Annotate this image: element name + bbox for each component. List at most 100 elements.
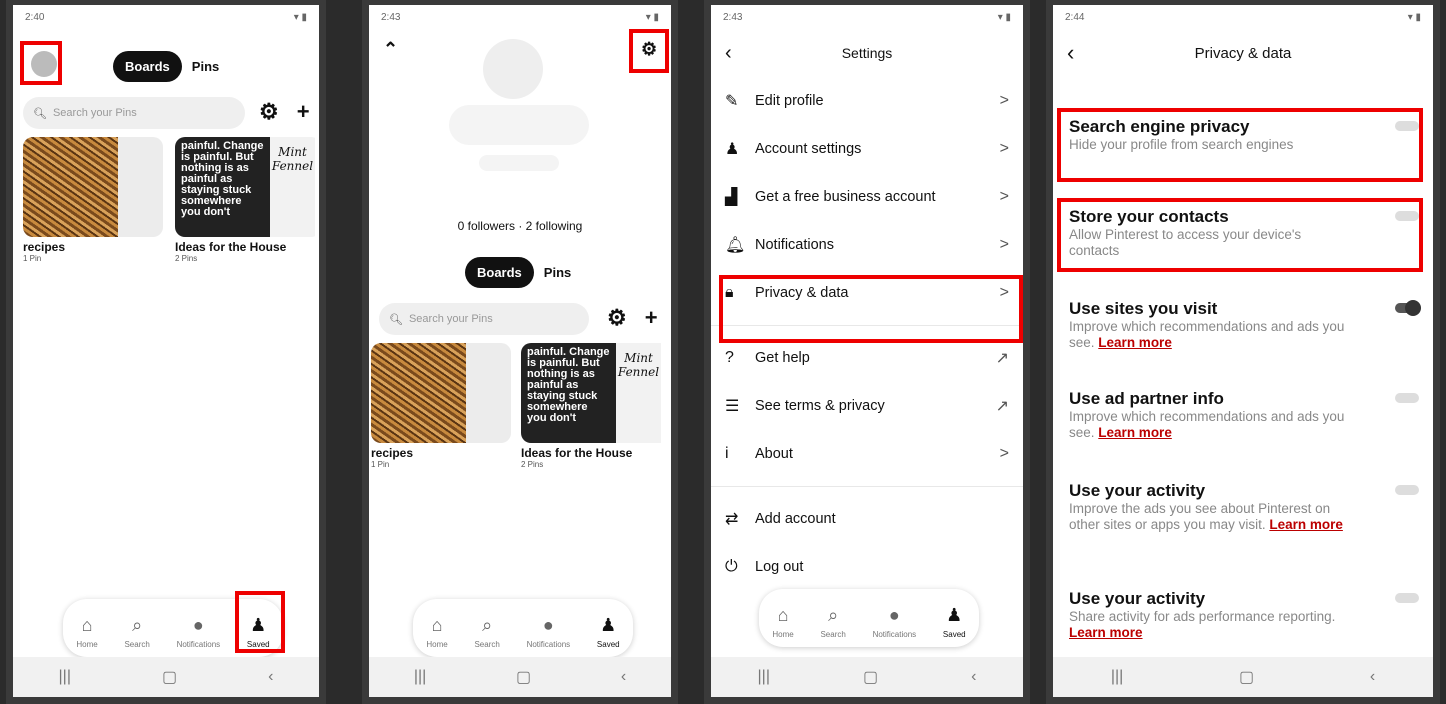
nav-home[interactable]: ⌂ Home [426, 615, 447, 649]
filter-icon[interactable]: ⚙ [259, 99, 279, 125]
toggle-switch[interactable] [1395, 393, 1419, 403]
recents-icon[interactable]: ||| [59, 668, 71, 686]
settings-item-about[interactable]: i About > [711, 430, 1023, 478]
mint-pin: Mint Fennel [616, 343, 661, 443]
toggle-switch[interactable] [1395, 300, 1421, 316]
learn-more-link[interactable]: Learn more [1098, 425, 1172, 440]
system-nav-bar: ||| ▢ ‹ [1053, 657, 1433, 697]
settings-header: ‹ Settings [711, 29, 1023, 77]
board-card-recipes[interactable]: recipes 1 Pin [371, 343, 511, 469]
tab-boards[interactable]: Boards [465, 257, 534, 288]
recents-icon[interactable]: ||| [414, 668, 426, 686]
search-input[interactable]: 🔍︎ Search your Pins [23, 97, 245, 129]
search-icon: ⌕ [132, 615, 143, 635]
tab-pins[interactable]: Pins [534, 265, 581, 280]
status-time: 2:43 [381, 11, 401, 23]
system-nav-bar: ||| ▢ ‹ [711, 657, 1023, 697]
page-title: Settings [841, 45, 893, 61]
page-title: Privacy & data [1194, 44, 1292, 62]
settings-item-terms[interactable]: ☰ See terms & privacy ↗ [711, 382, 1023, 430]
settings-item-add-account[interactable]: ⇄ Add account [711, 495, 1023, 543]
add-icon[interactable]: + [297, 99, 310, 125]
quote-pin: painful. Change is painful. But nothing … [175, 137, 270, 237]
settings-item-edit-profile[interactable]: ✎ Edit profile > [711, 77, 1023, 125]
learn-more-link[interactable]: Learn more [1069, 625, 1143, 640]
toggle-switch[interactable] [1395, 593, 1419, 603]
back-icon[interactable]: ‹ [1370, 668, 1375, 686]
system-nav-bar: ||| ▢ ‹ [369, 657, 671, 697]
nav-search[interactable]: ⌕ Search [124, 615, 149, 649]
search-icon: 🔍︎ [389, 313, 403, 326]
nav-notifications[interactable]: ● Notifications [527, 615, 571, 649]
board-card-house[interactable]: painful. Change is painful. But nothing … [175, 137, 319, 263]
status-time: 2:43 [723, 11, 743, 23]
highlight-avatar [20, 41, 62, 85]
board-card-recipes[interactable]: recipes 1 Pin [23, 137, 163, 263]
back-icon[interactable]: ‹ [621, 668, 626, 686]
toolbar: ⚙ + [607, 305, 658, 331]
status-icons: ▾ ▮ [293, 11, 307, 23]
settings-item-notifications[interactable]: 🔔︎ Notifications > [711, 221, 1023, 269]
board-count: 2 Pins [521, 460, 544, 469]
nav-saved[interactable]: ♟ Saved [597, 615, 620, 649]
learn-more-link[interactable]: Learn more [1098, 335, 1172, 350]
status-bar: 2:40 ▾ ▮ [13, 5, 319, 29]
chat-icon: ● [888, 605, 900, 625]
quote-pin: painful. Change is painful. But nothing … [521, 343, 616, 443]
back-icon[interactable]: ‹ [971, 668, 976, 686]
tab-pins[interactable]: Pins [182, 59, 229, 74]
board-cover: painful. Change is painful. But nothing … [521, 343, 671, 443]
empty-cell [118, 137, 163, 237]
search-input[interactable]: 🔍︎ Search your Pins [379, 303, 589, 335]
chevron-right-icon: > [999, 188, 1009, 205]
nav-notifications[interactable]: ● Notifications [177, 615, 221, 649]
back-arrow-icon[interactable]: ‹ [725, 42, 732, 65]
screen-privacy-data: 2:44 ▾ ▮ ‹ Privacy & data Search engine … [1046, 0, 1440, 704]
screen-saved-boards: 2:40 ▾ ▮ Boards Pins 🔍︎ Search your Pins… [6, 0, 326, 704]
followers-text[interactable]: 0 followers · 2 following [369, 219, 671, 233]
highlight-privacy [719, 275, 1023, 343]
board-card-house[interactable]: painful. Change is painful. But nothing … [521, 343, 671, 469]
search-icon: ⌕ [482, 615, 493, 635]
settings-item-logout[interactable]: ⏻ Log out [711, 543, 1023, 591]
board-title: Ideas for the House [175, 240, 287, 254]
bottom-nav: ⌂ Home ⌕ Search ● Notifications ♟ Saved [759, 589, 979, 647]
nav-home[interactable]: ⌂ Home [76, 615, 97, 649]
nav-saved[interactable]: ♟ Saved [943, 605, 966, 639]
toggle-switch[interactable] [1395, 485, 1419, 495]
learn-more-link[interactable]: Learn more [1269, 517, 1343, 532]
profile-avatar [483, 39, 543, 99]
back-icon[interactable]: ‹ [268, 668, 273, 686]
back-arrow-icon[interactable]: ‹ [1067, 40, 1074, 66]
home-square-icon[interactable]: ▢ [863, 667, 878, 687]
privacy-row-activity-reporting: Use your activity Share activity for ads… [1053, 589, 1433, 641]
filter-icon[interactable]: ⚙ [607, 305, 627, 331]
chevron-right-icon: > [999, 140, 1009, 157]
home-square-icon[interactable]: ▢ [516, 667, 531, 687]
pencil-icon: ✎ [725, 93, 739, 110]
privacy-row-sites: Use sites you visit Improve which recomm… [1053, 299, 1433, 351]
tab-boards[interactable]: Boards [113, 51, 182, 82]
home-square-icon[interactable]: ▢ [162, 667, 177, 687]
screen-profile: 2:43 ▾ ▮ ⌃ ⚙ 0 followers · 2 following B… [362, 0, 678, 704]
settings-item-account[interactable]: ♟ Account settings > [711, 125, 1023, 173]
settings-item-business[interactable]: ▟ Get a free business account > [711, 173, 1023, 221]
board-cover [371, 343, 511, 443]
add-icon[interactable]: + [645, 305, 658, 331]
nav-search[interactable]: ⌕ Search [474, 615, 499, 649]
nav-home[interactable]: ⌂ Home [772, 605, 793, 639]
recents-icon[interactable]: ||| [758, 668, 770, 686]
chevron-right-icon: > [999, 92, 1009, 109]
board-count: 2 Pins [175, 254, 198, 263]
collapse-icon[interactable]: ⌃ [383, 39, 398, 60]
highlight-settings [629, 29, 669, 73]
recents-icon[interactable]: ||| [1111, 668, 1123, 686]
nav-notifications[interactable]: ● Notifications [873, 605, 917, 639]
nav-search[interactable]: ⌕ Search [820, 605, 845, 639]
status-bar: 2:43 ▾ ▮ [369, 5, 671, 29]
status-icons: ▾ ▮ [997, 11, 1011, 23]
home-square-icon[interactable]: ▢ [1239, 667, 1254, 687]
chat-icon: ● [192, 615, 204, 635]
board-count: 1 Pin [371, 460, 390, 469]
search-icon: 🔍︎ [33, 107, 47, 120]
